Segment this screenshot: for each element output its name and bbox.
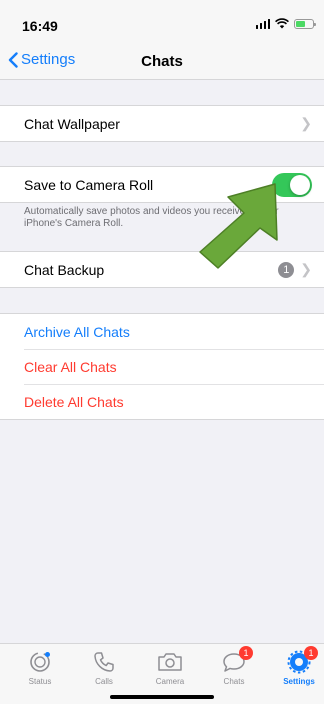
toggle-knob <box>290 174 310 195</box>
phone-icon <box>94 652 114 672</box>
tab-calls-label: Calls <box>95 677 113 686</box>
tab-settings[interactable]: 1 Settings <box>271 646 324 686</box>
wallpaper-group: Chat Wallpaper ❯ <box>0 105 324 142</box>
page-title: Chats <box>141 53 183 70</box>
chat-actions-group: Archive All Chats Clear All Chats Delete… <box>0 313 324 420</box>
status-time: 16:49 <box>22 18 58 34</box>
tab-status-label: Status <box>28 677 52 686</box>
archive-all-chats-label: Archive All Chats <box>24 323 130 340</box>
status-icon <box>30 652 50 672</box>
tab-settings-label: Settings <box>283 677 315 686</box>
clear-all-chats-label: Clear All Chats <box>24 358 117 375</box>
home-indicator <box>110 695 214 699</box>
tab-camera-label: Camera <box>155 677 185 686</box>
cellular-signal-icon <box>255 18 270 29</box>
clear-all-chats-button[interactable]: Clear All Chats <box>0 349 324 384</box>
chevron-right-icon: ❯ <box>300 115 312 131</box>
tab-chats-label: Chats <box>223 677 245 686</box>
status-bar: 16:49 <box>0 0 324 44</box>
tab-status[interactable]: Status <box>12 649 68 686</box>
status-icons <box>255 18 316 29</box>
chevron-right-icon: ❯ <box>300 261 312 277</box>
archive-all-chats-button[interactable]: Archive All Chats <box>0 314 324 349</box>
chat-wallpaper-label: Chat Wallpaper <box>24 115 120 132</box>
camera-icon <box>158 653 182 671</box>
tab-calls[interactable]: Calls <box>76 649 132 686</box>
wifi-icon <box>275 18 289 29</box>
tab-camera[interactable]: Camera <box>142 649 198 686</box>
navigation-bar: Settings Chats <box>0 44 324 80</box>
battery-charging-icon <box>294 18 316 29</box>
delete-all-chats-label: Delete All Chats <box>24 393 124 410</box>
chats-badge: 1 <box>239 646 253 660</box>
settings-badge: 1 <box>304 646 318 660</box>
tab-chats[interactable]: 1 Chats <box>206 646 262 686</box>
delete-all-chats-button[interactable]: Delete All Chats <box>0 384 324 419</box>
chat-wallpaper-row[interactable]: Chat Wallpaper ❯ <box>0 106 324 141</box>
annotation-arrow-icon <box>199 183 278 269</box>
